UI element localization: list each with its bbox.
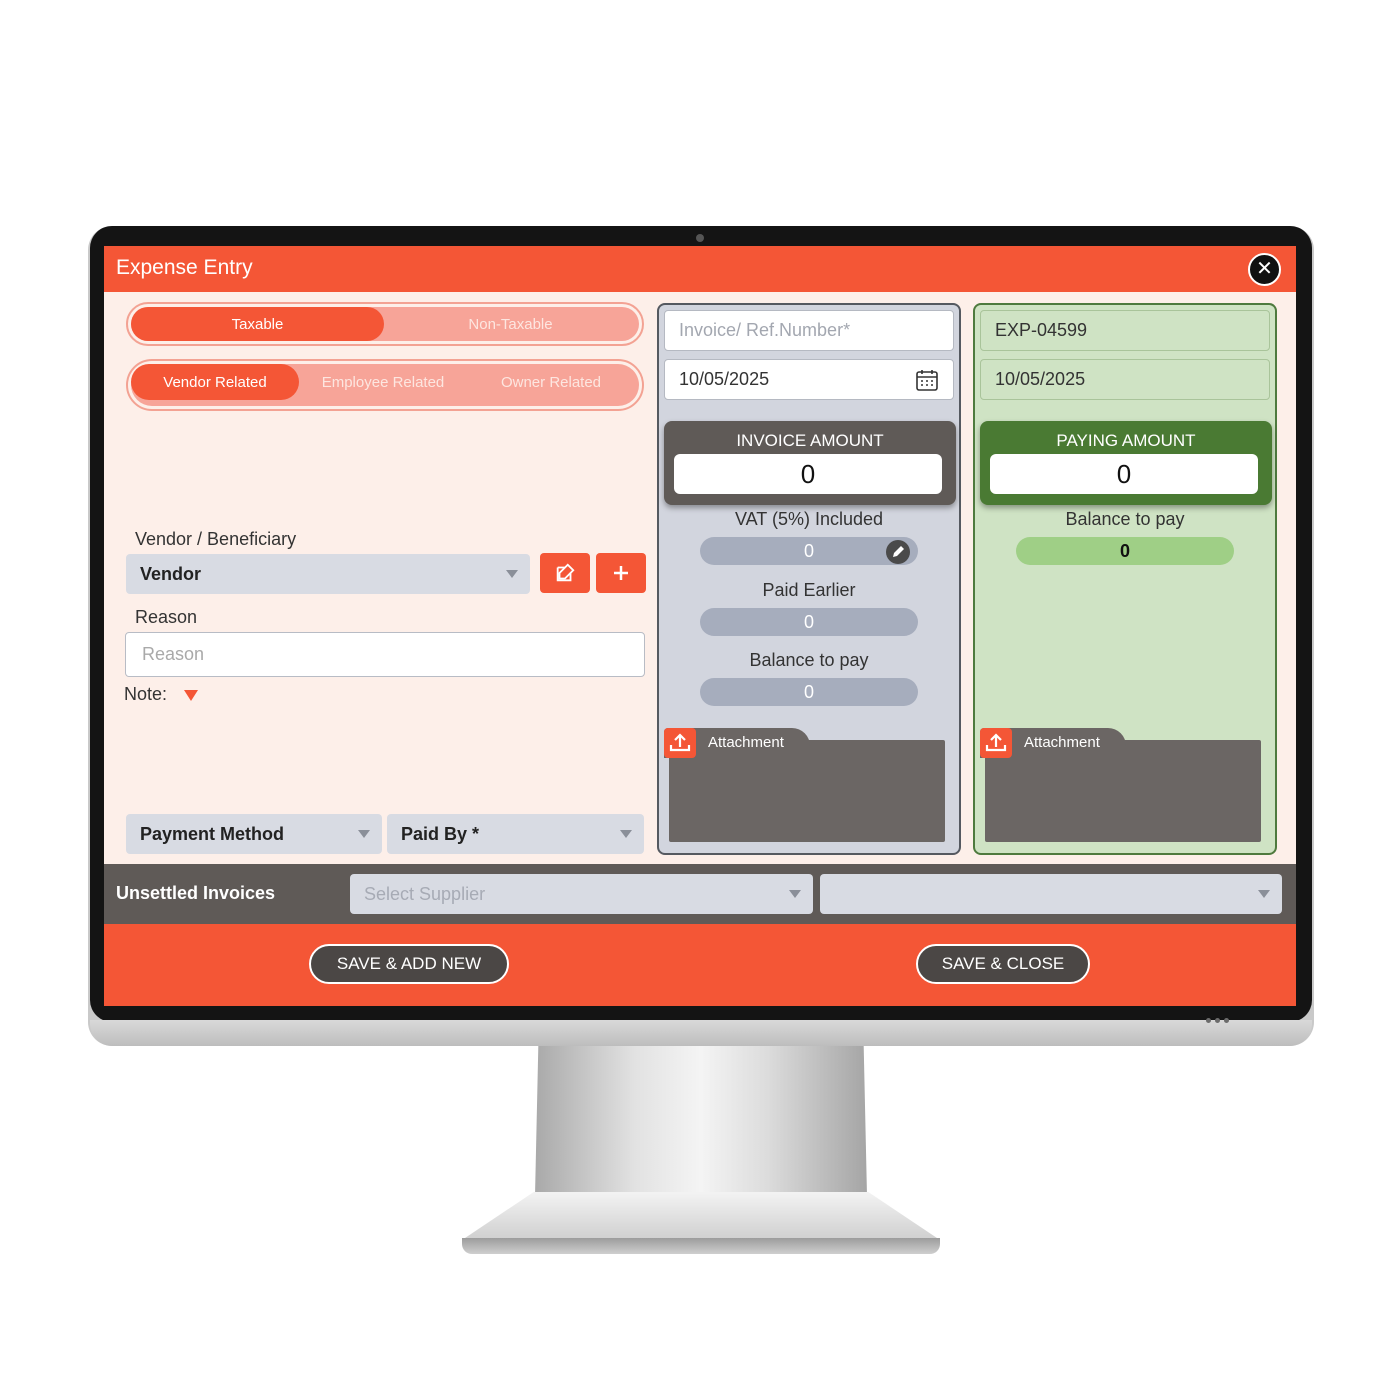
status-lights [1206, 1010, 1246, 1023]
invoice-balance-value: 0 [700, 678, 918, 706]
invoice-date-field[interactable]: 10/05/2025 [664, 359, 954, 400]
monitor-stand-foot [462, 1238, 940, 1254]
employee-related-option[interactable]: Employee Related [299, 364, 467, 400]
unsettled-invoice-dropdown[interactable] [820, 874, 1282, 914]
paying-amount-title: PAYING AMOUNT [1056, 431, 1196, 450]
invoice-attachment-label: Attachment [708, 734, 784, 751]
unsettled-invoices-bar: Unsettled Invoices Select Supplier [104, 864, 1296, 924]
edit-vendor-button[interactable] [540, 553, 590, 593]
edit-icon [556, 563, 575, 582]
paying-balance-label: Balance to pay [1065, 509, 1185, 529]
paid-by-selected: Paid By * [401, 824, 480, 844]
calendar-icon[interactable] [915, 368, 939, 392]
note-expand-icon[interactable] [184, 690, 198, 701]
select-supplier-placeholder: Select Supplier [364, 884, 486, 904]
vendor-selected: Vendor [140, 564, 202, 584]
plus-icon [614, 566, 628, 580]
close-icon: ✕ [1256, 258, 1273, 280]
monitor-chin [90, 1020, 1312, 1046]
select-supplier-dropdown[interactable]: Select Supplier [350, 874, 813, 914]
upload-icon [664, 728, 696, 758]
chevron-down-icon [620, 830, 632, 838]
unsettled-invoices-label: Unsettled Invoices [116, 883, 276, 903]
chevron-down-icon [1258, 890, 1270, 898]
invoice-amount-input[interactable]: 0 [674, 454, 942, 494]
invoice-attachment-button[interactable]: Attachment [664, 728, 810, 758]
paying-balance-value: 0 [1016, 537, 1234, 565]
chevron-down-icon [506, 570, 518, 578]
window-title: Expense Entry [116, 256, 253, 279]
invoice-amount-title: INVOICE AMOUNT [736, 431, 884, 450]
add-vendor-button[interactable] [596, 553, 646, 593]
tax-type-toggle: Taxable Non-Taxable [126, 302, 644, 346]
invoice-date-value: 10/05/2025 [679, 369, 770, 389]
monitor-stand-neck [535, 1046, 867, 1196]
paying-amount-box: PAYING AMOUNT 0 [980, 421, 1272, 505]
paying-attachment-button[interactable]: Attachment [980, 728, 1126, 758]
save-add-new-button[interactable]: SAVE & ADD NEW [309, 944, 509, 984]
expense-entry-window: Expense Entry ✕ Taxable Non-Taxable Vend… [104, 246, 1296, 1006]
taxable-option[interactable]: Taxable [131, 307, 384, 341]
paid-earlier-value: 0 [700, 608, 918, 636]
expense-number-field: EXP-04599 [980, 310, 1270, 351]
owner-related-option[interactable]: Owner Related [467, 364, 635, 400]
monitor-stand-base [462, 1192, 940, 1240]
paying-panel: EXP-04599 10/05/2025 PAYING AMOUNT 0 Bal… [973, 303, 1277, 855]
paid-earlier-label: Paid Earlier [762, 580, 856, 600]
chevron-down-icon [789, 890, 801, 898]
invoice-amount-box: INVOICE AMOUNT 0 [664, 421, 956, 505]
title-bar: Expense Entry ✕ [104, 246, 1296, 292]
save-close-button[interactable]: SAVE & CLOSE [916, 944, 1090, 984]
invoice-panel: 10/05/2025 INVOICE AMOUNT 0 VAT (5%) Inc… [657, 303, 961, 855]
vat-value: 0 [803, 541, 814, 561]
invoice-ref-input[interactable] [664, 310, 954, 351]
upload-icon [980, 728, 1012, 758]
invoice-balance-label: Balance to pay [749, 650, 869, 670]
paid-by-dropdown[interactable]: Paid By * [387, 814, 644, 854]
payment-method-dropdown[interactable]: Payment Method [126, 814, 382, 854]
non-taxable-option[interactable]: Non-Taxable [384, 307, 637, 341]
reason-label: Reason [135, 607, 198, 627]
vendor-label: Vendor / Beneficiary [135, 529, 297, 549]
vendor-related-option[interactable]: Vendor Related [131, 364, 299, 400]
paying-date-field: 10/05/2025 [980, 359, 1270, 400]
payment-method-selected: Payment Method [140, 824, 285, 844]
vat-value-pill: 0 [700, 537, 918, 565]
relation-type-toggle: Vendor Related Employee Related Owner Re… [126, 359, 644, 411]
note-label: Note: [124, 684, 168, 704]
chevron-down-icon [358, 830, 370, 838]
vendor-dropdown[interactable]: Vendor [126, 554, 530, 594]
edit-vat-button[interactable] [886, 540, 910, 564]
paying-amount-input[interactable]: 0 [990, 454, 1258, 494]
camera-dot [696, 234, 704, 242]
pencil-icon [893, 546, 904, 557]
footer-bar: SAVE & ADD NEW SAVE & CLOSE [104, 924, 1296, 1006]
close-button[interactable]: ✕ [1248, 253, 1281, 286]
vat-label: VAT (5%) Included [734, 509, 884, 529]
paying-attachment-label: Attachment [1024, 734, 1100, 751]
reason-input[interactable] [125, 632, 645, 677]
